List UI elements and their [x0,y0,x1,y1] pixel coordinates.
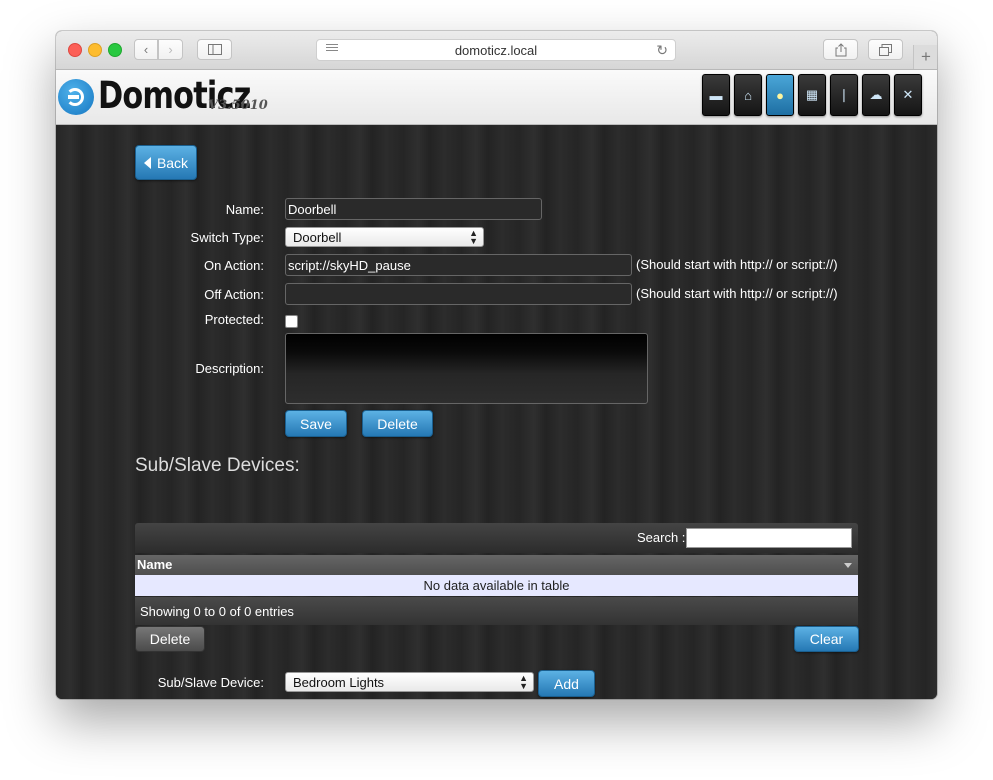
delete-sub-device-button[interactable]: Delete [135,626,205,652]
sort-down-icon [844,563,852,568]
sidebar-icon [207,44,222,55]
delete-device-button[interactable]: Delete [362,410,433,437]
table-header-name[interactable]: Name [135,555,858,575]
domoticz-logo-icon [58,79,94,115]
select-arrows-icon: ▲ ▼ [519,673,528,691]
description-label: Description: [195,361,264,376]
chevron-right-icon: › [168,42,173,57]
main-content: Back Name: Doorbell Switch Type: Doorbel… [56,125,937,699]
clear-button[interactable]: Clear [794,626,859,652]
scenes-icon: ▦ [805,87,819,102]
chevron-left-icon: ‹ [143,42,149,57]
back-button-label: Back [156,154,189,171]
address-bar[interactable]: domoticz.local ↻ [316,39,676,61]
lightbulb-icon: ● [776,87,784,103]
show-tabs-button[interactable] [868,39,903,60]
nav-utility[interactable]: ✕ [894,74,922,116]
sub-device-label: Sub/Slave Device: [157,675,264,690]
save-button[interactable]: Save [285,410,347,437]
switch-type-value: Doorbell [293,230,342,245]
on-action-hint: (Should start with http:// or script://) [636,257,838,272]
dashboard-icon: ▬ [709,87,723,103]
off-action-hint: (Should start with http:// or script://) [636,286,838,301]
close-window-button[interactable] [68,43,82,57]
protected-checkbox[interactable] [285,315,298,328]
minimize-window-button[interactable] [88,43,102,57]
zoom-window-button[interactable] [108,43,122,57]
temperature-icon: ❘ [838,87,850,102]
table-info-text: Showing 0 to 0 of 0 entries [140,604,294,619]
sidebar-toggle-button[interactable] [197,39,232,60]
main-nav: ▬ ⌂ ● ▦ ❘ ☁ ✕ [702,74,922,116]
nav-weather[interactable]: ☁ [862,74,890,116]
search-label: Search : [637,530,686,545]
utility-tools-icon: ✕ [902,87,914,102]
off-action-label: Off Action: [204,287,264,302]
table-info: Showing 0 to 0 of 0 entries [135,597,858,625]
browser-window: ‹ › domoticz.local ↻ + Domoticz V3.5010 … [56,31,937,699]
on-action-label: On Action: [204,258,264,273]
app-version: V3.5010 [208,98,268,113]
reload-icon[interactable]: ↻ [656,42,668,59]
app-header: Domoticz V3.5010 ▬ ⌂ ● ▦ ❘ ☁ ✕ [56,70,937,125]
tabs-icon [879,43,892,56]
on-action-input[interactable]: script://skyHD_pause [285,254,632,276]
share-button[interactable] [823,39,858,60]
plus-icon: + [921,47,931,66]
nav-dashboard[interactable]: ▬ [702,74,730,116]
back-button[interactable]: Back [135,145,197,180]
search-input[interactable] [686,528,852,548]
off-action-input[interactable] [285,283,632,305]
forward-nav-button[interactable]: › [158,39,183,60]
name-label: Name: [225,202,264,217]
nav-scenes[interactable]: ▦ [798,74,826,116]
description-textarea[interactable] [285,333,648,404]
sub-devices-title: Sub/Slave Devices: [135,455,300,476]
weather-icon: ☁ [869,87,883,102]
name-input[interactable]: Doorbell [285,198,542,220]
protected-label: Protected: [204,312,264,327]
nav-floorplan[interactable]: ⌂ [734,74,762,116]
new-tab-button[interactable]: + [913,45,937,69]
sub-device-value: Bedroom Lights [293,675,385,690]
switch-type-select[interactable]: Doorbell ▲ ▼ [285,227,484,247]
switch-type-label: Switch Type: [190,230,264,245]
floorplan-icon: ⌂ [744,87,752,103]
column-name-label: Name [137,557,173,572]
sub-device-select[interactable]: Bedroom Lights ▲ ▼ [285,672,534,692]
add-sub-device-button[interactable]: Add [538,670,595,697]
nav-temperature[interactable]: ❘ [830,74,858,116]
select-arrows-icon: ▲ ▼ [469,228,478,246]
url-text: domoticz.local [454,43,538,58]
back-nav-button[interactable]: ‹ [134,39,158,60]
nav-lights[interactable]: ● [766,74,794,116]
browser-toolbar: ‹ › domoticz.local ↻ + [56,31,937,70]
share-icon [835,42,846,56]
table-empty-row: No data available in table [135,575,858,596]
table-toolbar: Search : [135,523,858,553]
arrow-left-icon [143,156,151,169]
